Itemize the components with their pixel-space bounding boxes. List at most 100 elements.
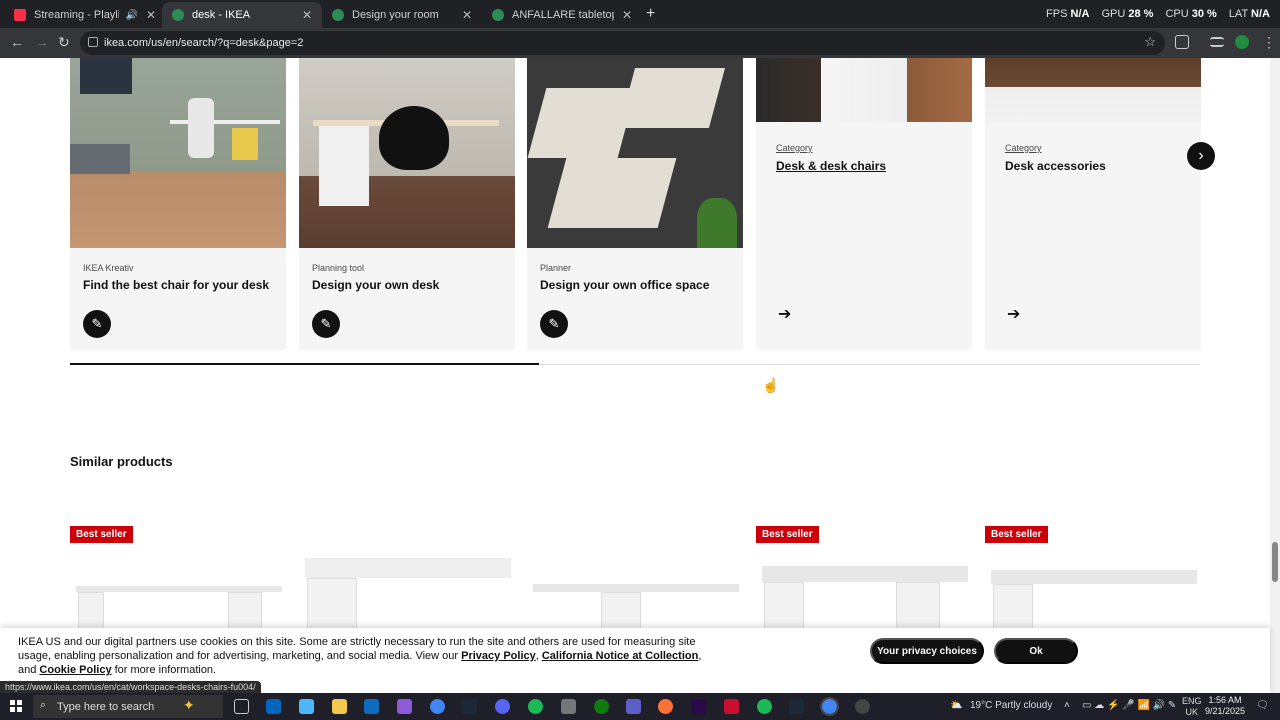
desk-accessories-image	[985, 58, 1201, 122]
office-planner-image	[527, 58, 743, 248]
spotify-icon[interactable]	[528, 699, 543, 714]
file-explorer-icon[interactable]	[332, 699, 347, 714]
apple-music-icon	[14, 9, 26, 21]
best-seller-badge: Best seller	[756, 526, 819, 543]
windows-taskbar: ⌕ Type here to search ✦ ⛅ 19°C Partly cl…	[0, 693, 1280, 720]
teams-icon[interactable]	[626, 699, 641, 714]
best-seller-badge: Best seller	[70, 526, 133, 543]
app-icon[interactable]	[561, 699, 576, 714]
tab-anfallare[interactable]: ANFALLARE tabletop, bamboo ✕	[482, 2, 642, 28]
pencil-icon[interactable]: ✎	[540, 310, 568, 338]
category-desk-chairs[interactable]: Category Desk & desk chairs ➔	[756, 58, 972, 350]
california-notice-link[interactable]: California Notice at Collection	[542, 650, 698, 662]
ikea-favicon-icon	[492, 9, 504, 21]
tab-ikea-desk[interactable]: desk - IKEA ✕	[162, 2, 322, 28]
category-desk-accessories[interactable]: Category Desk accessories ➔	[985, 58, 1201, 350]
bed-shape	[70, 144, 130, 174]
pencil-icon[interactable]: ✎	[312, 310, 340, 338]
copilot-icon[interactable]	[299, 699, 314, 714]
cookie-text: IKEA US and our digital partners use coo…	[18, 636, 702, 676]
back-button[interactable]: ←	[10, 34, 24, 50]
card-find-chair[interactable]: IKEA Kreativ Find the best chair for you…	[70, 58, 286, 350]
tab-bar: Streaming - Playlist - Apple 🔊 ✕ desk - …	[0, 0, 1280, 28]
carousel-progress-fill	[70, 363, 539, 365]
system-clock[interactable]: 1:56 AM 9/21/2025	[1205, 695, 1245, 717]
drawer-unit	[232, 128, 258, 160]
edge-icon[interactable]	[397, 699, 412, 714]
shelf-baskets-image	[756, 58, 972, 122]
cubicle-shape	[618, 68, 726, 128]
spotify-icon[interactable]	[757, 699, 772, 714]
ikea-search-page: IKEA Kreativ Find the best chair for you…	[0, 58, 1270, 693]
menu-kebab-icon[interactable]: ⋮	[1262, 34, 1276, 51]
profile-avatar-icon[interactable]	[1235, 35, 1249, 49]
firefox-icon[interactable]	[658, 699, 673, 714]
carousel-next-button[interactable]: ›	[1187, 142, 1215, 170]
chrome-icon[interactable]	[430, 699, 445, 714]
search-icon: ⌕	[40, 699, 47, 711]
plant-shape	[697, 198, 737, 248]
cast-icon[interactable]	[1175, 35, 1189, 49]
discord-icon[interactable]	[495, 699, 510, 714]
privacy-choices-button[interactable]: Your privacy choices	[870, 638, 984, 664]
black-chair-shape	[379, 106, 449, 170]
tray-expand-icon[interactable]: ˄	[1064, 700, 1070, 711]
page-scrollbar[interactable]	[1270, 58, 1280, 693]
arrow-right-icon[interactable]: ➔	[1007, 304, 1020, 324]
close-tab-icon[interactable]: ✕	[302, 8, 312, 22]
chair-shape	[188, 98, 214, 158]
chevron-right-icon: ›	[1198, 147, 1204, 164]
tab-design-room[interactable]: Design your room ✕	[322, 2, 482, 28]
card-design-office[interactable]: Planner Design your own office space ✎	[527, 58, 743, 350]
reload-button[interactable]: ↻	[58, 34, 70, 51]
steam-icon[interactable]	[789, 699, 804, 714]
cookie-policy-link[interactable]: Cookie Policy	[39, 664, 111, 676]
room-kreativ-image	[70, 58, 286, 248]
scrollbar-thumb[interactable]	[1272, 542, 1278, 582]
new-tab-button[interactable]: +	[646, 5, 655, 23]
app-icon[interactable]	[855, 699, 870, 714]
tray-icons[interactable]: ▭ ☁ ⚡ 🎤 📶 🔊 ✎	[1082, 700, 1176, 711]
outlook-icon[interactable]	[364, 699, 379, 714]
mouse-cursor-icon: ☝	[762, 377, 780, 393]
desk-planner-image	[299, 58, 515, 248]
forward-button[interactable]: →	[35, 34, 49, 50]
chrome-active-icon[interactable]	[820, 697, 839, 716]
app-icon[interactable]	[724, 699, 739, 714]
copilot-sparkle-icon: ✦	[183, 697, 195, 713]
address-bar: ← → ↻ ikea.com/us/en/search/?q=desk&page…	[0, 28, 1280, 58]
pencil-icon[interactable]: ✎	[83, 310, 111, 338]
tab-apple-music[interactable]: Streaming - Playlist - Apple 🔊 ✕	[4, 2, 166, 28]
windows-start-icon[interactable]	[10, 700, 22, 712]
media-controls-icon[interactable]	[1210, 37, 1224, 47]
similar-products-heading: Similar products	[70, 454, 173, 469]
browser-chrome: Streaming - Playlist - Apple 🔊 ✕ desk - …	[0, 0, 1280, 58]
close-tab-icon[interactable]: ✕	[462, 8, 472, 22]
weather-text[interactable]: 19°C Partly cloudy	[970, 700, 1052, 711]
privacy-policy-link[interactable]: Privacy Policy	[461, 650, 536, 662]
bookmark-star-icon[interactable]: ☆	[1144, 34, 1156, 50]
close-tab-icon[interactable]: ✕	[622, 8, 632, 22]
carousel-progress-bar[interactable]	[70, 363, 1200, 365]
ikea-favicon-icon	[332, 9, 344, 21]
cabinet-shape	[319, 126, 369, 206]
arrow-right-icon[interactable]: ➔	[778, 304, 791, 324]
weather-icon: ⛅	[950, 700, 963, 711]
steam-icon[interactable]	[462, 699, 477, 714]
ok-button[interactable]: Ok	[994, 638, 1078, 664]
ikea-favicon-icon	[172, 9, 184, 21]
cubicle-shape	[547, 158, 677, 228]
close-tab-icon[interactable]: ✕	[146, 8, 156, 22]
task-view-icon[interactable]	[234, 699, 249, 714]
notification-icon[interactable]: 🗨	[1256, 700, 1269, 711]
speaker-icon[interactable]: 🔊	[125, 10, 137, 21]
card-design-desk[interactable]: Planning tool Design your own desk ✎	[299, 58, 515, 350]
premiere-icon[interactable]	[691, 699, 706, 714]
taskbar-search-input[interactable]: ⌕ Type here to search ✦	[33, 695, 223, 718]
desk-shape	[170, 120, 280, 124]
url-field[interactable]: ikea.com/us/en/search/?q=desk&page=2	[80, 31, 1165, 55]
store-icon[interactable]	[266, 699, 281, 714]
site-info-icon[interactable]	[88, 37, 98, 47]
xbox-icon[interactable]	[594, 699, 609, 714]
language-indicator[interactable]: ENG UK	[1182, 696, 1202, 718]
